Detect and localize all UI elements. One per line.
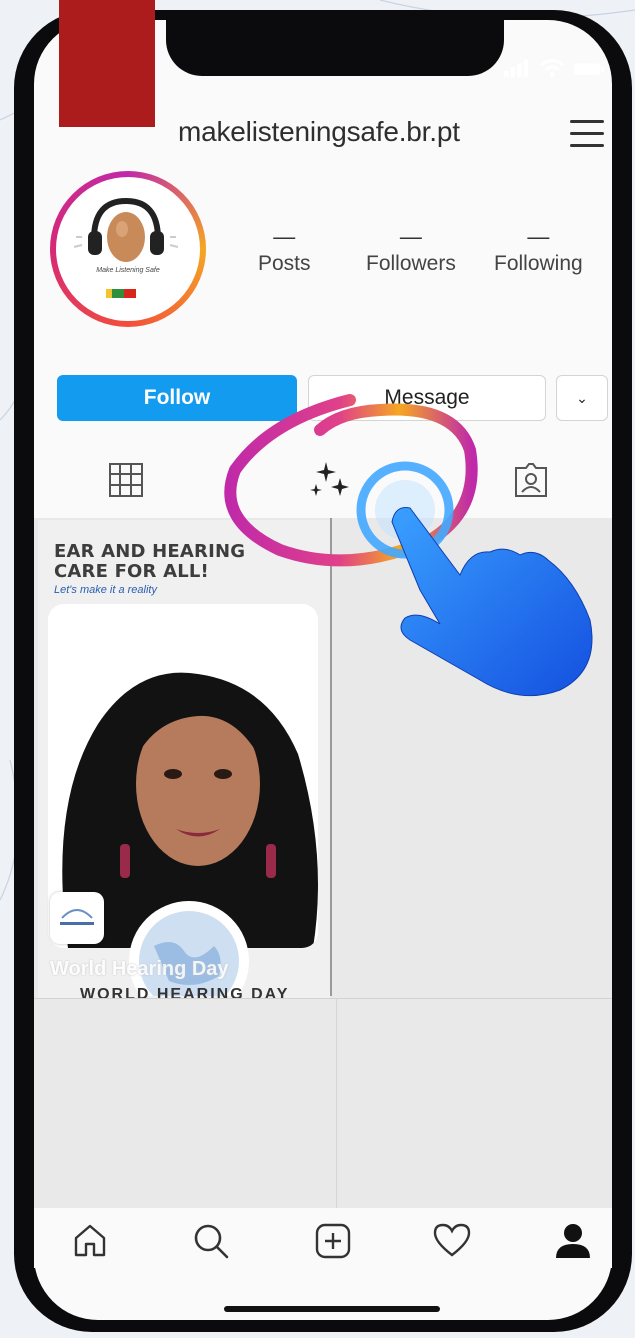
home-icon[interactable] [72,1222,108,1258]
avatar-caption: Make Listening Safe [96,267,160,274]
add-post-icon[interactable] [314,1222,352,1260]
sparkles-icon[interactable] [308,462,356,506]
battery-icon [574,63,604,75]
post-footer: WORLD HEARING DAY [80,986,290,998]
avatar[interactable]: Make Listening Safe [50,171,206,327]
message-button[interactable]: Message [308,375,546,421]
globe-icon [129,901,249,996]
follow-button[interactable]: Follow [57,375,297,421]
chevron-down-icon: ⌄ [576,389,588,406]
grid-divider [336,998,337,1208]
cellular-signal-icon [504,59,529,78]
post-headline: EAR AND HEARING CARE FOR ALL! [54,541,246,582]
tagged-icon[interactable] [512,462,550,498]
following-label: Following [494,252,583,275]
phone-notch [166,10,504,76]
profile-username: makelisteningsafe.br.pt [178,116,460,147]
post-subline: Let's make it a reality [54,584,157,596]
post-logo-badge [50,892,104,944]
grid-icon[interactable] [108,462,144,498]
followers-stat[interactable]: — Followers [366,226,456,276]
following-stat[interactable]: — Following [494,226,583,276]
posts-stat[interactable]: — Posts [258,226,311,276]
profile-icon[interactable] [554,1222,592,1260]
grid-divider [330,518,332,996]
headphones-egg-logo-icon [73,197,179,298]
red-block [59,0,155,127]
status-bar [504,54,604,78]
followers-label: Followers [366,252,456,275]
post-footer-faint: World Hearing Day [50,958,229,980]
organization-logo-icon [60,909,94,925]
grid-divider [34,998,612,999]
suggestions-dropdown-button[interactable]: ⌄ [556,375,608,421]
heart-icon[interactable] [432,1222,472,1258]
home-indicator [224,1306,440,1312]
wifi-icon [540,59,565,77]
post-thumbnail[interactable]: EAR AND HEARING CARE FOR ALL! Let's make… [38,520,330,998]
search-icon[interactable] [192,1222,230,1260]
menu-icon[interactable] [570,120,604,148]
posts-label: Posts [258,252,311,275]
